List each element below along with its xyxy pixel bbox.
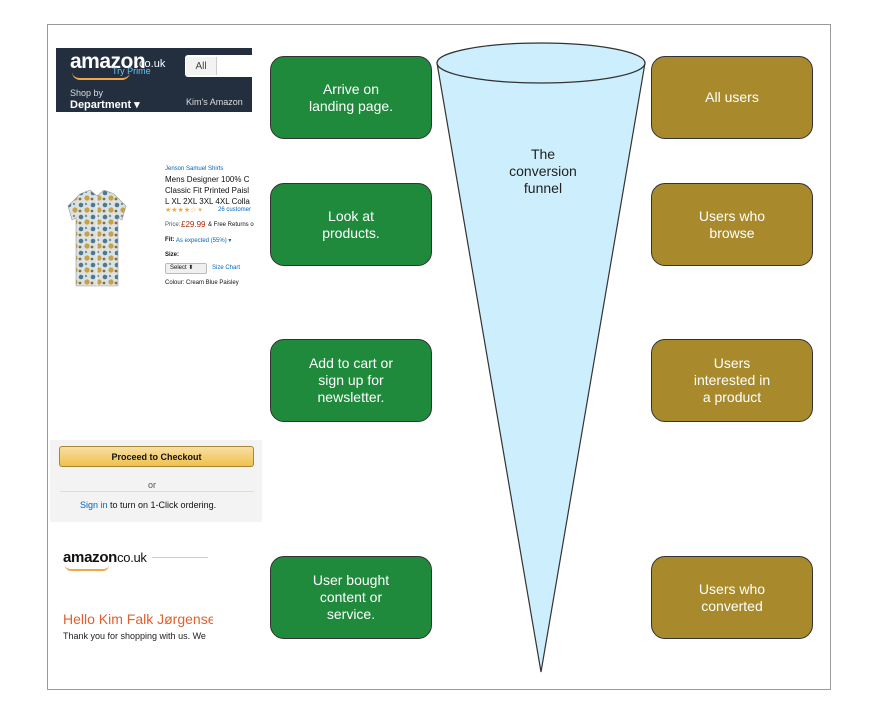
funnel-rim (436, 42, 646, 84)
action-box-landing: Arrive on landing page. (270, 56, 432, 139)
action-box-cart: Add to cart or sign up for newsletter. (270, 339, 432, 422)
audience-box-browse: Users who browse (651, 183, 813, 266)
audience-box-converted: Users who converted (651, 556, 813, 639)
action-box-products: Look at products. (270, 183, 432, 266)
audience-box-interested: Users interested in a product (651, 339, 813, 422)
action-box-bought: User bought content or service. (270, 556, 432, 639)
audience-box-all-users: All users (651, 56, 813, 139)
funnel-label: The conversion funnel (509, 146, 577, 196)
